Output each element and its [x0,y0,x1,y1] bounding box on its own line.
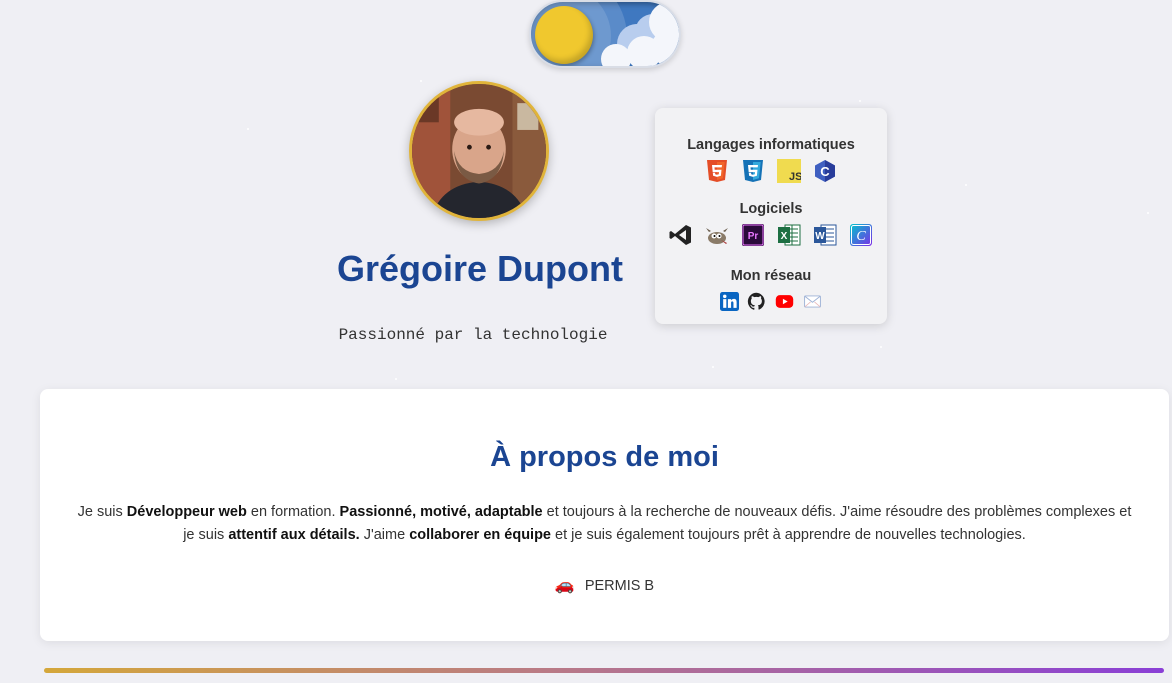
star-decoration [965,184,967,186]
languages-icons: JS C [655,159,887,183]
cloud-shape [601,44,631,66]
network-icons [655,292,887,311]
network-title: Mon réseau [730,268,812,284]
star-decoration [1147,212,1149,214]
about-highlight: attentif aux détails. [228,527,360,543]
software-icons: Pr X W C [655,223,887,247]
about-highlight: Passionné, motivé, adaptable [339,504,543,520]
about-text-part: J'aime [359,527,410,543]
profile-tagline: Passionné par la technologie [338,326,608,344]
youtube-icon[interactable] [774,292,795,311]
mail-icon[interactable] [803,292,822,311]
gradient-divider [44,668,1164,673]
about-text: Je suis Développeur web en formation. Pa… [70,501,1139,547]
c-icon[interactable]: C [813,159,837,183]
software-title: Logiciels [739,201,803,217]
languages-title: Langages informatiques [687,137,855,153]
star-decoration [859,100,861,102]
c-icon-label: C [820,164,830,179]
avatar [409,81,549,221]
excel-icon-label: X [781,231,788,242]
theme-toggle[interactable] [529,0,681,68]
about-section: À propos de moi Je suis Développeur web … [40,389,1169,641]
gimp-icon[interactable] [705,223,729,247]
skills-card: Langages informatiques JS C Logiciels Pr… [655,108,887,324]
star-decoration [420,80,422,82]
driving-license-label: PERMIS B [584,578,655,594]
about-title: À propos de moi [490,441,719,473]
about-highlight: collaborer en équipe [409,527,552,543]
car-icon: 🚗 [554,577,575,594]
about-text-part: et je suis également toujours prêt à app… [551,527,1026,543]
star-decoration [880,346,882,348]
excel-icon[interactable]: X [777,223,801,247]
github-icon[interactable] [747,292,766,311]
css3-icon[interactable] [741,159,765,183]
sun-knob [535,6,593,64]
word-icon-label: W [815,231,825,242]
about-text-part: Je suis [77,504,127,520]
about-highlight: Développeur web [126,504,247,520]
word-icon[interactable]: W [813,223,837,247]
cloud-shape [651,30,679,66]
star-decoration [712,366,714,368]
linkedin-icon[interactable] [720,292,739,311]
premiere-icon-label: Pr [748,231,759,242]
star-decoration [247,128,249,130]
js-icon[interactable]: JS [777,159,801,183]
driving-license: 🚗 PERMIS B [40,575,1169,595]
star-decoration [395,378,397,380]
profile-name: Grégoire Dupont [337,248,623,289]
about-text-part: en formation. [246,504,340,520]
canva-icon[interactable]: C [849,223,873,247]
html5-icon[interactable] [705,159,729,183]
premiere-icon[interactable]: Pr [741,223,765,247]
avatar-portrait [412,84,546,218]
js-icon-label: JS [789,171,801,183]
vscode-icon[interactable] [669,223,693,247]
canva-icon-label: C [856,229,866,244]
